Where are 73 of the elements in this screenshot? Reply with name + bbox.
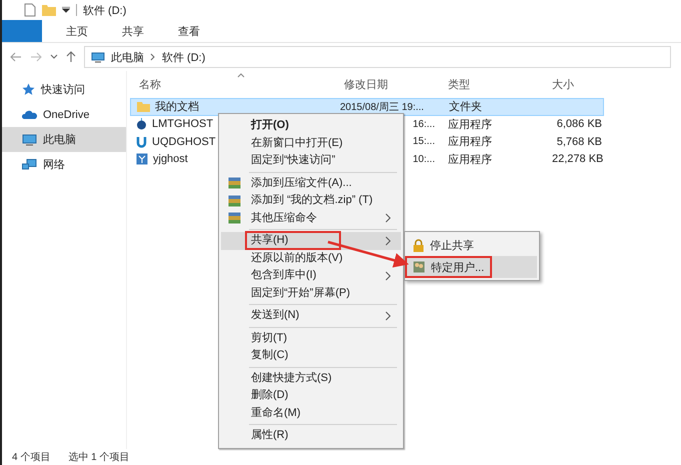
menu-item[interactable]: 包含到库中(I) bbox=[221, 267, 401, 284]
address-bar[interactable]: 此电脑 软件 (D:) bbox=[84, 46, 671, 68]
column-header[interactable]: 大小 bbox=[540, 76, 601, 92]
date-cell-text: 16:... bbox=[412, 118, 436, 130]
computer-icon bbox=[22, 134, 37, 146]
chevron-icon[interactable] bbox=[50, 54, 58, 60]
type-cell-text: 应用程序 bbox=[447, 118, 493, 132]
file-row[interactable]: 我的文档 2015/08/周三 19:... 文件夹 bbox=[130, 98, 604, 116]
sidebar-item[interactable]: 网络 bbox=[2, 152, 126, 177]
menu-item[interactable]: 共享(H) bbox=[221, 232, 401, 250]
page-icon[interactable] bbox=[24, 3, 36, 17]
folder-icon bbox=[137, 101, 150, 112]
column-header[interactable]: 名称 bbox=[127, 76, 332, 92]
date-cell-text: 2015/08/周三 19:... bbox=[339, 100, 425, 114]
file-name: 我的文档 bbox=[155, 100, 199, 114]
menu-item[interactable]: 固定到“快速访问” bbox=[221, 152, 401, 170]
up-icon[interactable] bbox=[66, 51, 76, 63]
breadcrumb[interactable]: 此电脑 bbox=[111, 50, 144, 64]
column-header[interactable]: 类型 bbox=[436, 76, 540, 92]
window-title: 软件 (D:) bbox=[83, 4, 126, 18]
ribbon-tab[interactable]: 共享 bbox=[112, 24, 154, 38]
chevron-right-icon bbox=[150, 53, 156, 61]
file-name: UQDGHOST bbox=[152, 136, 216, 148]
file-name: yjghost bbox=[153, 153, 188, 166]
menu-item[interactable]: 添加到 “我的文档.zip” (T) bbox=[221, 192, 401, 210]
network-icon bbox=[22, 158, 37, 170]
menu-item[interactable]: 固定到“开始”屏幕(P) bbox=[221, 284, 401, 302]
forward-icon[interactable] bbox=[30, 52, 42, 62]
users-icon bbox=[413, 261, 425, 273]
menu-item[interactable]: 剪切(T) bbox=[221, 330, 401, 347]
menu-item[interactable]: 重命名(M) bbox=[221, 404, 401, 422]
menu-item[interactable]: 发送到(N) bbox=[221, 307, 401, 324]
size-cell-text: 22,278 KB bbox=[551, 153, 604, 166]
app-icon bbox=[136, 153, 148, 166]
menu-item[interactable]: 停止共享 bbox=[407, 234, 537, 256]
type-cell-text: 应用程序 bbox=[447, 134, 493, 150]
status-text: 4 个项目 bbox=[12, 451, 50, 464]
u-icon bbox=[136, 136, 147, 148]
column-header[interactable]: 修改日期 bbox=[332, 76, 436, 92]
menu-item[interactable]: 创建快捷方式(S) bbox=[221, 370, 401, 387]
ribbon-tab[interactable]: 查看 bbox=[168, 24, 210, 38]
computer-icon bbox=[91, 52, 105, 62]
ribbon-tab[interactable]: 主页 bbox=[56, 24, 98, 38]
menu-item[interactable]: 在新窗口中打开(E) bbox=[221, 134, 401, 152]
date-cell-text: 10:... bbox=[412, 154, 436, 165]
size-cell-text: 5,768 KB bbox=[556, 136, 603, 148]
archive-icon bbox=[228, 177, 240, 190]
sidebar-item[interactable]: OneDrive bbox=[2, 102, 126, 127]
sidebar-item[interactable]: 此电脑 bbox=[2, 127, 126, 152]
menu-item[interactable]: 打开(O) bbox=[221, 117, 401, 134]
sort-caret-icon bbox=[237, 73, 245, 78]
size-cell-text: 6,086 KB bbox=[556, 118, 603, 130]
breadcrumb[interactable]: 软件 (D:) bbox=[162, 50, 206, 64]
menu-item[interactable]: 其他压缩命令 bbox=[221, 210, 401, 227]
menu-item[interactable]: 属性(R) bbox=[221, 427, 401, 444]
back-icon[interactable] bbox=[10, 52, 22, 62]
menu-item[interactable]: 添加到压缩文件(A)... bbox=[221, 174, 401, 192]
menu-item[interactable]: 还原以前的版本(V) bbox=[221, 250, 401, 267]
menu-item[interactable]: 特定用户... bbox=[407, 256, 537, 278]
type-cell-text: 应用程序 bbox=[447, 152, 493, 167]
star-icon bbox=[22, 83, 35, 96]
file-name: LMTGHOST bbox=[152, 118, 214, 130]
type-cell-text: 文件夹 bbox=[448, 100, 483, 114]
archive-icon bbox=[228, 212, 240, 224]
archive-icon bbox=[228, 194, 240, 207]
dropdown-icon[interactable] bbox=[62, 7, 70, 13]
menu-item[interactable]: 删除(D) bbox=[221, 387, 401, 404]
ball-icon bbox=[136, 118, 147, 130]
sidebar-item[interactable]: 快速访问 bbox=[2, 77, 126, 102]
status-text: 选中 1 个项目 bbox=[68, 450, 130, 464]
menu-item[interactable]: 复制(C) bbox=[221, 347, 401, 364]
cloud-icon bbox=[22, 110, 37, 120]
lock-icon bbox=[413, 238, 424, 252]
